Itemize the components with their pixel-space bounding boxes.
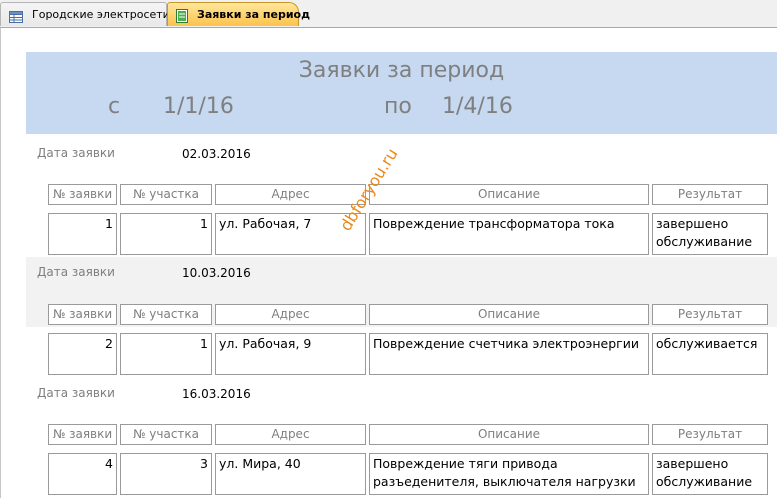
group-date-value: 10.03.2016 [182,266,251,280]
column-header-section: № участка [120,304,212,325]
table-icon [9,8,23,23]
column-header-description: Описание [369,424,649,445]
column-header-result: Результат [652,424,768,445]
tab-gorodskie-elektroseti[interactable]: Городские электросети [0,2,170,26]
column-header-section: № участка [120,424,212,445]
group-date-value: 16.03.2016 [182,387,251,401]
column-header-id: № заявки [48,184,117,205]
report-header: Заявки за период с 1/1/16 по 1/4/16 [26,52,777,134]
tab-zayavki-za-period[interactable]: Заявки за период [167,2,310,26]
cell-description: Повреждение тяги привода разъеденителя, … [369,453,649,495]
tab-label: Заявки за период [197,8,310,21]
cell-section-number: 1 [120,333,212,375]
group-date-value: 02.03.2016 [182,147,251,161]
cell-result: завершено обслуживание [652,213,768,255]
column-header-description: Описание [369,184,649,205]
column-header-address: Адрес [215,184,366,205]
report-icon [176,8,190,23]
column-header-section: № участка [120,184,212,205]
cell-address: ул. Рабочая, 9 [215,333,366,375]
cell-result: обслуживается [652,333,768,375]
period-to-value: 1/4/16 [442,94,513,119]
column-header-result: Результат [652,184,768,205]
cell-description: Повреждение трансформатора тока [369,213,649,255]
cell-result: завершено обслуживание [652,453,768,495]
tab-label: Городские электросети [32,8,170,21]
period-from-value: 1/1/16 [163,94,234,119]
column-header-result: Результат [652,304,768,325]
period-from-label: с [108,94,121,119]
column-header-id: № заявки [48,424,117,445]
column-header-address: Адрес [215,304,366,325]
group-date-label: Дата заявки [37,146,115,160]
column-header-description: Описание [369,304,649,325]
cell-section-number: 1 [120,213,212,255]
document-tab-bar: Городские электросети Заявки за период [0,0,777,28]
period-to-label: по [384,94,412,119]
cell-request-id: 2 [48,333,117,375]
cell-request-id: 4 [48,453,117,495]
column-header-id: № заявки [48,304,117,325]
column-header-address: Адрес [215,424,366,445]
cell-request-id: 1 [48,213,117,255]
cell-description: Повреждение счетчика электроэнергии [369,333,649,375]
cell-section-number: 3 [120,453,212,495]
group-date-label: Дата заявки [37,265,115,279]
cell-address: ул. Мира, 40 [215,453,366,495]
group-date-label: Дата заявки [37,386,115,400]
report-title: Заявки за период [298,58,505,83]
